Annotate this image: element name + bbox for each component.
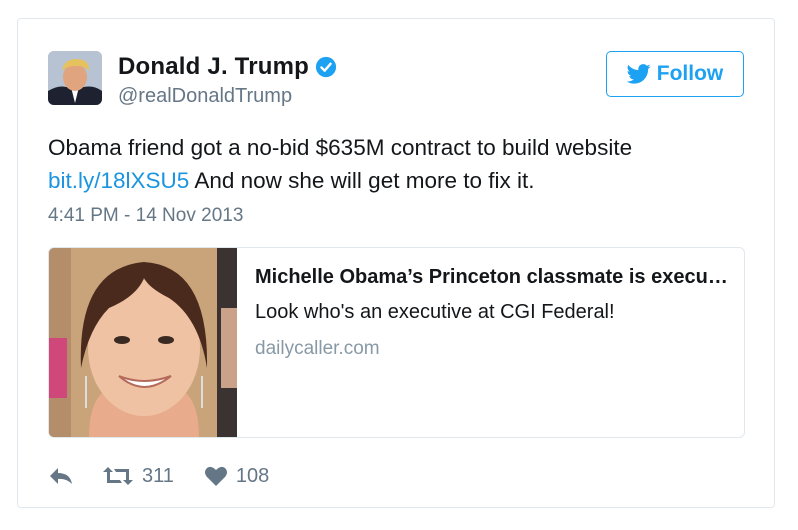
like-action[interactable]: 108 — [204, 465, 269, 488]
follow-button[interactable]: Follow — [606, 51, 744, 97]
avatar[interactable] — [48, 51, 102, 105]
tweet-text-part1: Obama friend got a no-bid $635M contract… — [48, 135, 633, 160]
name-row: Donald J. Trump — [118, 53, 337, 81]
tweet-link[interactable]: bit.ly/18lXSU5 — [48, 168, 189, 193]
follow-label: Follow — [656, 62, 724, 85]
reply-icon — [50, 468, 72, 484]
verified-icon — [315, 56, 337, 78]
user-handle[interactable]: @realDonaldTrump — [118, 85, 292, 108]
preview-domain: dailycaller.com — [255, 338, 380, 359]
tweet-card: Donald J. Trump @realDonaldTrump Follow … — [17, 18, 775, 508]
preview-photo — [49, 248, 237, 437]
tweet-text-part2: And now she will get more to fix it. — [189, 168, 535, 193]
avatar-portrait — [48, 51, 102, 105]
retweet-count: 311 — [142, 464, 174, 487]
heart-icon — [204, 466, 227, 486]
retweet-action[interactable]: 311 — [102, 465, 174, 488]
reply-action[interactable] — [48, 465, 74, 487]
preview-title[interactable]: Michelle Obama’s Princeton classmate is … — [255, 266, 730, 289]
tweet-timestamp[interactable]: 4:41 PM - 14 Nov 2013 — [48, 205, 243, 227]
link-preview-card[interactable]: Michelle Obama’s Princeton classmate is … — [48, 247, 745, 438]
display-name[interactable]: Donald J. Trump — [118, 53, 309, 81]
preview-description: Look who's an executive at CGI Federal! — [255, 301, 615, 323]
preview-image[interactable] — [49, 248, 237, 437]
like-count: 108 — [235, 464, 270, 487]
twitter-bird-icon — [626, 64, 651, 84]
tweet-actions: 311 108 — [48, 461, 269, 491]
tweet-text: Obama friend got a no-bid $635M contract… — [48, 131, 728, 197]
preview-body: Michelle Obama’s Princeton classmate is … — [255, 266, 730, 360]
retweet-icon — [103, 467, 133, 485]
tweet-header: Donald J. Trump @realDonaldTrump Follow — [48, 49, 744, 109]
